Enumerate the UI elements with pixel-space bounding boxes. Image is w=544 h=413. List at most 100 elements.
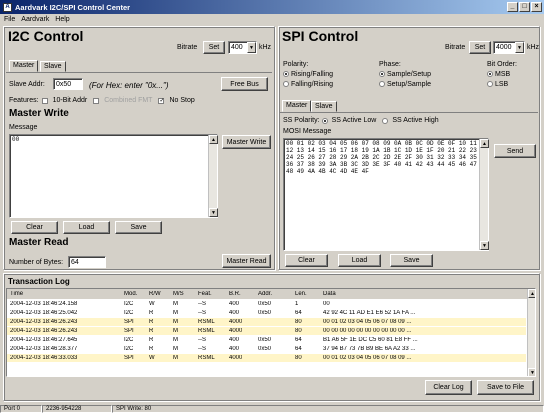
table-row[interactable]: 2004-12-03 18:46:27.645 I2C R M --S 400 0x50 64… xyxy=(7,336,526,344)
clear-log-button[interactable]: Clear Log xyxy=(425,380,472,395)
col-ms[interactable]: M/S xyxy=(173,291,184,297)
col-len[interactable]: Len. xyxy=(295,291,307,297)
table-row[interactable]: 2004-12-03 18:46:28.377 I2C R M --S 400 0x50 64… xyxy=(7,345,526,353)
col-data[interactable]: Data xyxy=(323,291,336,297)
col-rw[interactable]: R/W xyxy=(149,291,161,297)
mosi-textarea[interactable]: 00 01 02 03 04 05 06 07 08 09 0A 0B 0C 0… xyxy=(283,138,489,251)
i2c-bitrate-label: Bitrate xyxy=(177,44,198,51)
col-addr[interactable]: Addr. xyxy=(258,291,272,297)
nostop-checkbox[interactable]: ✓ xyxy=(158,97,164,104)
table-cell: 80 xyxy=(295,328,302,334)
mosi-scrollbar[interactable]: ▲ ▼ xyxy=(479,139,489,250)
i2c-save-button[interactable]: Save xyxy=(115,221,162,234)
maximize-button[interactable]: □ xyxy=(519,2,530,12)
phase-opt-sample[interactable]: Sample/Setup xyxy=(379,71,431,78)
menu-aardvark[interactable]: Aardvark xyxy=(21,16,49,23)
table-cell: 00 01 02 03 04 05 06 07 08 09 ... xyxy=(323,355,412,361)
table-cell: 2004-12-03 18:46:24.158 xyxy=(10,301,78,307)
scroll-down-icon[interactable]: ▼ xyxy=(528,368,535,376)
send-button[interactable]: Send xyxy=(494,144,536,158)
bitorder-opt-lsb[interactable]: LSB xyxy=(487,81,508,88)
radio-icon[interactable] xyxy=(382,117,389,124)
chevron-down-icon[interactable]: ▼ xyxy=(247,42,256,53)
spi-clear-button[interactable]: Clear xyxy=(285,254,328,267)
table-row[interactable]: 2004-12-03 18:46:26.243 SPI R M RSML 4000 80 00… xyxy=(7,318,526,326)
spi-tab-slave[interactable]: Slave xyxy=(311,101,337,112)
i2c-message-scrollbar[interactable]: ▲ ▼ xyxy=(208,135,218,217)
table-row[interactable]: 2004-12-03 18:46:26.243 SPI R M RSML 4000 80 00… xyxy=(7,327,526,335)
master-write-button[interactable]: Master Write xyxy=(222,135,271,149)
table-cell: RSML xyxy=(198,355,215,361)
table-cell: 1 xyxy=(295,301,299,307)
table-cell: M xyxy=(173,337,178,343)
bitorder-opt-msb[interactable]: MSB xyxy=(487,71,510,78)
table-cell: 2004-12-03 18:46:26.243 xyxy=(10,328,78,334)
free-bus-button[interactable]: Free Bus xyxy=(221,77,268,91)
spi-bitrate-select[interactable]: 4000 ▼ xyxy=(493,41,525,54)
spi-save-button[interactable]: Save xyxy=(390,254,433,267)
table-cell: 0x50 xyxy=(258,301,272,307)
spi-bitrate-set-button[interactable]: Set xyxy=(469,41,491,54)
title-bar: A Aardvark I2C/SPI Control Center _ □ × xyxy=(0,0,544,14)
status-bar: Port 0 2236-954228 SPI Write: 80 xyxy=(0,404,544,413)
table-row[interactable]: 2004-12-03 18:46:25.042 I2C R M --S 400 0x50 64… xyxy=(7,309,526,317)
save-to-file-button[interactable]: Save to File xyxy=(477,380,534,395)
i2c-tab-master[interactable]: Master xyxy=(9,60,39,72)
scroll-up-icon[interactable]: ▲ xyxy=(480,139,489,148)
combined-checkbox[interactable] xyxy=(93,97,100,104)
col-mod[interactable]: Mod. xyxy=(124,291,137,297)
scroll-up-icon[interactable]: ▲ xyxy=(209,135,218,144)
slave-addr-label: Slave Addr: xyxy=(9,81,45,88)
col-feat[interactable]: Feat. xyxy=(198,291,212,297)
polarity-opt-rising[interactable]: Rising/Falling xyxy=(283,71,333,78)
i2c-clear-button[interactable]: Clear xyxy=(11,221,58,234)
table-cell: B1 A6 5F 1E DC C5 60 81 E8 FF ... xyxy=(323,337,418,343)
master-read-button[interactable]: Master Read xyxy=(222,254,271,268)
spi-tab-master[interactable]: Master xyxy=(282,100,312,112)
table-cell: R xyxy=(149,319,154,325)
spi-load-button[interactable]: Load xyxy=(338,254,381,267)
scroll-down-icon[interactable]: ▼ xyxy=(209,208,218,217)
num-bytes-input[interactable]: 64 xyxy=(68,256,106,268)
table-row[interactable]: 2004-12-03 18:46:33.033 SPI W M RSML 4000 80 00… xyxy=(7,354,526,362)
i2c-tab-slave[interactable]: Slave xyxy=(40,61,66,72)
radio-icon[interactable] xyxy=(321,117,328,124)
table-cell: 00 xyxy=(323,301,330,307)
log-scrollbar[interactable]: ▲ ▼ xyxy=(527,289,535,376)
log-header: Time Mod. R/W M/S Feat. B.R. Addr. Len. … xyxy=(7,289,528,299)
ss-polarity-label: SS Polarity: xyxy=(283,117,320,124)
combined-label: Combined FMT xyxy=(104,97,153,104)
10bit-checkbox[interactable] xyxy=(41,97,48,104)
table-row[interactable]: 2004-12-03 18:46:24.158 I2C W M --S 400 0x50 1 0… xyxy=(7,300,526,308)
close-button[interactable]: × xyxy=(531,2,542,12)
mosi-line: 12 13 14 15 16 17 18 19 1A 1B 1C 1D 1E 1… xyxy=(286,147,477,154)
table-cell: --S xyxy=(198,301,206,307)
minimize-button[interactable]: _ xyxy=(507,2,518,12)
table-cell: 2004-12-03 18:46:25.042 xyxy=(10,310,78,316)
table-cell: 80 xyxy=(295,319,302,325)
i2c-bitrate-select[interactable]: 400 ▼ xyxy=(228,41,257,54)
log-listview[interactable]: Time Mod. R/W M/S Feat. B.R. Addr. Len. … xyxy=(6,288,536,377)
scroll-down-icon[interactable]: ▼ xyxy=(480,241,489,250)
phase-opt-setup[interactable]: Setup/Sample xyxy=(379,81,431,88)
polarity-opt-falling[interactable]: Falling/Rising xyxy=(283,81,333,88)
table-cell: 400 xyxy=(229,346,240,352)
num-bytes-label: Number of Bytes: xyxy=(9,259,64,266)
table-cell: I2C xyxy=(124,310,134,316)
i2c-message-value: 00 xyxy=(12,136,20,143)
i2c-load-button[interactable]: Load xyxy=(63,221,110,234)
table-cell: 2004-12-03 18:46:28.377 xyxy=(10,346,78,352)
chevron-down-icon[interactable]: ▼ xyxy=(515,42,524,53)
menu-file[interactable]: File xyxy=(4,16,15,23)
col-br[interactable]: B.R. xyxy=(229,291,241,297)
col-time[interactable]: Time xyxy=(10,291,23,297)
i2c-message-textarea[interactable]: 00 xyxy=(9,134,218,218)
slave-addr-input[interactable]: 0x50 xyxy=(53,78,83,90)
i2c-bitrate-set-button[interactable]: Set xyxy=(203,41,225,54)
radio-icon xyxy=(379,71,385,78)
radio-icon xyxy=(487,71,493,78)
phase-opt-sample-label: Sample/Setup xyxy=(387,71,431,78)
radio-icon xyxy=(283,81,289,88)
menu-help[interactable]: Help xyxy=(55,16,69,23)
scroll-up-icon[interactable]: ▲ xyxy=(528,289,535,298)
